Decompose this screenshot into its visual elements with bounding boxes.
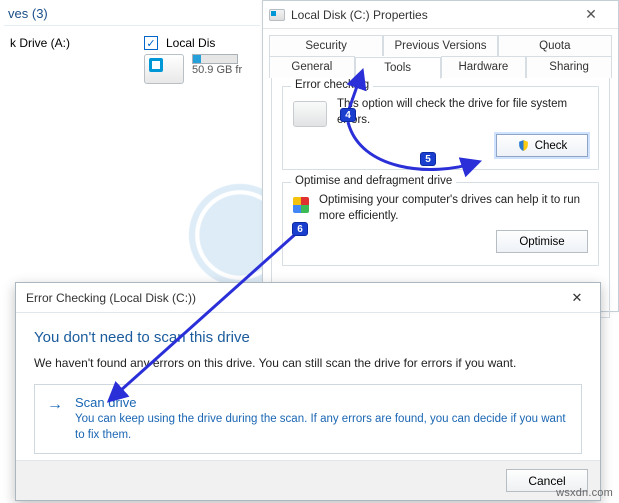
scan-drive-desc: You can keep using the drive during the … <box>75 412 569 443</box>
folder-header-text: ves <box>8 6 28 21</box>
tab-previous-versions[interactable]: Previous Versions <box>383 35 497 56</box>
group-error-checking-legend: Error checking <box>291 79 373 91</box>
tab-sharing[interactable]: Sharing <box>526 56 612 78</box>
error-checking-title: Error Checking (Local Disk (C:)) <box>26 291 196 305</box>
optimise-button-label: Optimise <box>519 236 564 248</box>
check-button-label: Check <box>535 140 568 152</box>
tab-hardware[interactable]: Hardware <box>441 56 527 78</box>
drive-a-entry[interactable]: k Drive (A:) <box>10 36 120 84</box>
folder-count: (3) <box>32 6 48 21</box>
drive-checkbox[interactable]: ✓ <box>144 36 158 50</box>
drive-title-icon <box>269 9 285 21</box>
hdd-icon <box>144 54 184 84</box>
properties-title: Local Disk (C:) Properties <box>291 8 564 22</box>
tab-security[interactable]: Security <box>269 35 383 56</box>
close-icon[interactable]: ✕ <box>570 4 612 26</box>
error-checking-text: This option will check the drive for fil… <box>337 97 588 128</box>
scan-drive-title: Scan drive <box>75 395 569 410</box>
error-checking-titlebar[interactable]: Error Checking (Local Disk (C:)) ✕ <box>16 283 600 313</box>
tab-quota[interactable]: Quota <box>498 35 612 56</box>
error-checking-dialog: Error Checking (Local Disk (C:)) ✕ You d… <box>15 282 601 501</box>
tab-tools[interactable]: Tools <box>355 57 441 79</box>
defrag-icon <box>293 197 309 213</box>
group-optimise-legend: Optimise and defragment drive <box>291 175 456 187</box>
drive-a-label: k Drive (A:) <box>10 36 70 50</box>
drive-local-label: Local Dis <box>166 36 215 50</box>
group-optimise: Optimise and defragment drive Optimising… <box>282 182 599 266</box>
properties-window: Local Disk (C:) Properties ✕ Security Pr… <box>262 0 619 312</box>
source-watermark: wsxdn.com <box>556 487 613 499</box>
optimise-text: Optimising your computer's drives can he… <box>319 193 588 224</box>
check-button[interactable]: Check <box>496 134 588 157</box>
shield-icon <box>517 139 530 152</box>
error-checking-heading: You don't need to scan this drive <box>34 329 582 346</box>
error-checking-footer: Cancel <box>16 460 600 500</box>
close-icon[interactable]: ✕ <box>564 288 590 308</box>
arrow-right-icon: → <box>47 396 63 414</box>
group-error-checking: Error checking This option will check th… <box>282 86 599 170</box>
tab-general[interactable]: General <box>269 56 355 78</box>
optimise-button[interactable]: Optimise <box>496 230 588 253</box>
tab-strip: Security Previous Versions Quota General… <box>263 29 618 78</box>
properties-titlebar[interactable]: Local Disk (C:) Properties ✕ <box>263 1 618 29</box>
storage-bar <box>192 54 238 64</box>
free-space-text: 50.9 GB fr <box>192 64 242 76</box>
scan-drive-option[interactable]: → Scan drive You can keep using the driv… <box>34 384 582 454</box>
drive-mini-icon <box>293 101 327 127</box>
explorer-fragment: ves (3) k Drive (A:) ✓ Local Dis 50.9 GB… <box>0 0 260 140</box>
drive-local-entry[interactable]: ✓ Local Dis 50.9 GB fr <box>144 36 254 84</box>
folder-header: ves (3) <box>4 4 260 26</box>
error-checking-subtext: We haven't found any errors on this driv… <box>34 356 582 370</box>
